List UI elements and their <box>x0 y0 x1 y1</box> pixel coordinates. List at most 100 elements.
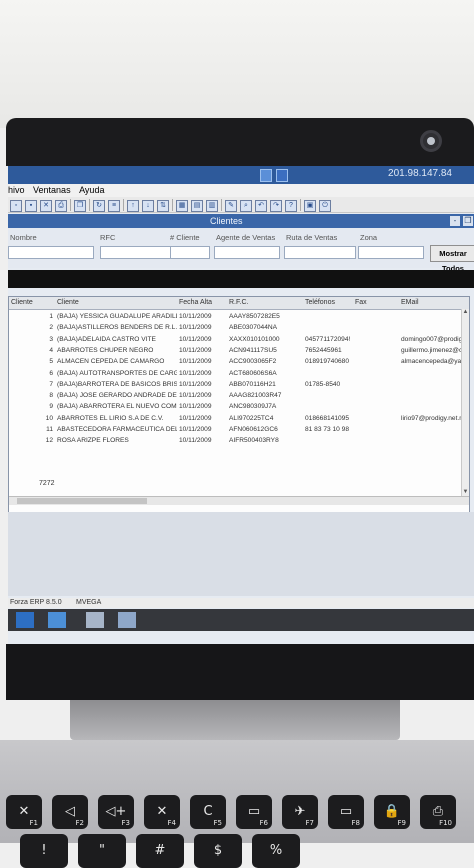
key-fn-label: F1 <box>29 819 38 827</box>
table-row[interactable]: 1 (BAJA) YESSICA GUADALUPE ARADILL 10/11/2… <box>9 311 469 322</box>
table-row[interactable]: 3 (BAJA)ADELAIDA CASTRO VITE 10/11/2009 XAX… <box>9 334 469 345</box>
key-glyph: ✕ <box>156 804 168 819</box>
table-row[interactable]: 6 (BAJA) AUTOTRANSPORTES DE CARG/10/11/20… <box>9 368 469 379</box>
number-key: ! <box>20 834 68 868</box>
clientes-panel-header: Clientes - ❐ <box>8 214 474 228</box>
table-row[interactable]: 8 (BAJA) JOSE GERARDO ANDRADE DEL 10/11/20… <box>9 390 469 401</box>
table-row[interactable]: 2 (BAJA)ASTILLEROS BENDERS DE R.L. 10/11/2… <box>9 322 469 333</box>
cell-rfc: ACT680606S6A <box>229 369 277 377</box>
nombre-input[interactable] <box>8 246 94 259</box>
toolbar-separator <box>172 199 173 211</box>
table-row[interactable]: 4 ABARROTES CHUPER NEGRO 10/11/2009 ACN9411… <box>9 345 469 356</box>
cell-fecha: 10/11/2009 <box>179 324 212 332</box>
undo-icon[interactable]: ↶ <box>255 200 267 212</box>
cell-rfc: XAXX010101000 <box>229 335 280 343</box>
window-title-ip: 201.98.147.84 <box>388 168 452 179</box>
vertical-scrollbar[interactable]: ▲ ▼ <box>461 309 469 496</box>
cell-rfc: AAAY8507282E5 <box>229 313 280 320</box>
cell-num: 9 <box>49 403 53 411</box>
minimize-panel-button[interactable]: - <box>450 216 460 226</box>
edit-icon[interactable]: ✎ <box>225 200 237 212</box>
agente-input[interactable] <box>214 246 280 259</box>
cell-fecha: 10/11/2009 <box>179 392 212 400</box>
zona-input[interactable] <box>358 246 424 259</box>
col-telefonos[interactable]: Teléfonos <box>305 299 335 306</box>
col-fax[interactable]: Fax <box>355 299 367 306</box>
new-file-icon[interactable]: ▫ <box>10 200 22 212</box>
col-rfc[interactable]: R.F.C. <box>229 299 248 306</box>
cell-fecha: 10/11/2009 <box>179 380 212 388</box>
cell-client-name: (BAJA) AUTOTRANSPORTES DE CARG/ <box>57 369 177 377</box>
windows-taskbar <box>8 609 474 631</box>
chart-icon[interactable]: ▥ <box>206 200 218 212</box>
grid-icon[interactable]: ▦ <box>176 200 188 212</box>
network-icon[interactable] <box>276 169 288 182</box>
taskbar-app-icon[interactable] <box>86 612 104 628</box>
sort-asc-icon[interactable]: ↑ <box>127 200 139 212</box>
col-num-cliente[interactable]: Cliente <box>11 299 33 306</box>
horizontal-scrollbar[interactable] <box>9 496 469 505</box>
lock-icon[interactable]: ▣ <box>304 200 316 212</box>
menu-ayuda[interactable]: Ayuda <box>79 184 104 197</box>
cell-num: 7 <box>49 380 53 388</box>
taskbar-explorer-icon[interactable] <box>48 612 66 628</box>
table-row[interactable]: 10 ABARROTES EL LIRIO S.A DE C.V. 10/11/20… <box>9 413 469 424</box>
filter-icon[interactable]: ⇅ <box>157 200 169 212</box>
cell-client-name: (BAJA) YESSICA GUADALUPE ARADILL <box>57 313 177 320</box>
col-email[interactable]: EMail <box>401 299 419 306</box>
cell-rfc: AAAG821003R47 <box>229 392 282 400</box>
col-cliente[interactable]: Cliente <box>57 299 79 306</box>
print-icon[interactable]: ⎙ <box>55 200 67 212</box>
cell-num: 6 <box>49 369 53 377</box>
restore-panel-button[interactable]: ❐ <box>463 216 473 226</box>
col-fecha-alta[interactable]: Fecha Alta <box>179 299 212 306</box>
menu-archivo[interactable]: hivo <box>8 184 25 197</box>
menu-ventanas[interactable]: Ventanas <box>33 184 71 197</box>
help-icon[interactable]: ? <box>285 200 297 212</box>
key-f6: ▭ F6 <box>236 795 272 829</box>
start-button-icon[interactable] <box>16 612 34 628</box>
cell-telefono: 018919740680 <box>305 358 350 366</box>
exit-icon[interactable]: ⏻ <box>319 200 331 212</box>
key-glyph: C <box>203 804 213 819</box>
key-fn-label: F8 <box>351 819 360 827</box>
cell-telefono: 018668141095 <box>305 414 350 422</box>
cell-fecha: 10/11/2009 <box>179 403 212 411</box>
app-window-icon[interactable] <box>260 169 272 182</box>
cell-client-name: ABARROTES CHUPER NEGRO <box>57 346 154 354</box>
table-row[interactable]: 9 (BAJA) ABARROTERA EL NUEVO COME 10/11/20… <box>9 401 469 412</box>
taskbar-erp-icon[interactable] <box>118 612 136 628</box>
key-fn-label: F2 <box>75 819 84 827</box>
toolbar: ▫ ▪ ✕ ⎙ ❐ ↻ ≡ ↑ ↓ ⇅ ▦ ▤ ▥ ✎ ⌕ ↶ ↷ ? ▣ ⏻ <box>8 197 474 213</box>
sort-desc-icon[interactable]: ↓ <box>142 200 154 212</box>
cell-num: 3 <box>49 335 53 343</box>
webcam-lens <box>427 137 435 145</box>
table-row[interactable]: 5 ALMACEN CEPEDA DE CAMARGO 10/11/2009 ACC9… <box>9 356 469 367</box>
copy-icon[interactable]: ❐ <box>74 200 86 212</box>
delete-icon[interactable]: ✕ <box>40 200 52 212</box>
scrollbar-thumb[interactable] <box>17 498 147 504</box>
scroll-down-icon[interactable]: ▼ <box>462 489 469 496</box>
mostrar-todos-button[interactable]: Mostrar Todos <box>430 245 474 273</box>
key-glyph: ⎙ <box>432 804 444 819</box>
redo-icon[interactable]: ↷ <box>270 200 282 212</box>
table-row[interactable]: 11 ABASTECEDORA FARMACEUTICA DEL I 10/11/2… <box>9 424 469 435</box>
table-row[interactable]: 7 (BAJA)BARROTERA DE BASICOS BRISI 10/11/2… <box>9 379 469 390</box>
num-cliente-input[interactable] <box>170 246 210 259</box>
cell-rfc: ABE0307044NA <box>229 324 278 332</box>
rfc-input[interactable] <box>100 246 174 259</box>
find-icon[interactable]: ⌕ <box>240 200 252 212</box>
refresh-icon[interactable]: ↻ <box>93 200 105 212</box>
toolbar-separator <box>89 199 90 211</box>
report-icon[interactable]: ▤ <box>191 200 203 212</box>
cell-rfc: AIFR500403RY8 <box>229 437 279 445</box>
table-row[interactable]: 12 ROSA ARIZPE FLORES 10/11/2009 AIFR500403… <box>9 435 469 446</box>
cell-fecha: 10/11/2009 <box>179 369 212 377</box>
scroll-up-icon[interactable]: ▲ <box>462 309 469 316</box>
table-icon[interactable]: ≡ <box>108 200 120 212</box>
key-f10: ⎙ F10 <box>420 795 456 829</box>
ruta-input[interactable] <box>284 246 356 259</box>
clients-table[interactable]: Cliente Cliente Fecha Alta R.F.C. Teléfo… <box>8 296 470 513</box>
save-icon[interactable]: ▪ <box>25 200 37 212</box>
cell-rfc: AFN060612GC6 <box>229 426 278 433</box>
